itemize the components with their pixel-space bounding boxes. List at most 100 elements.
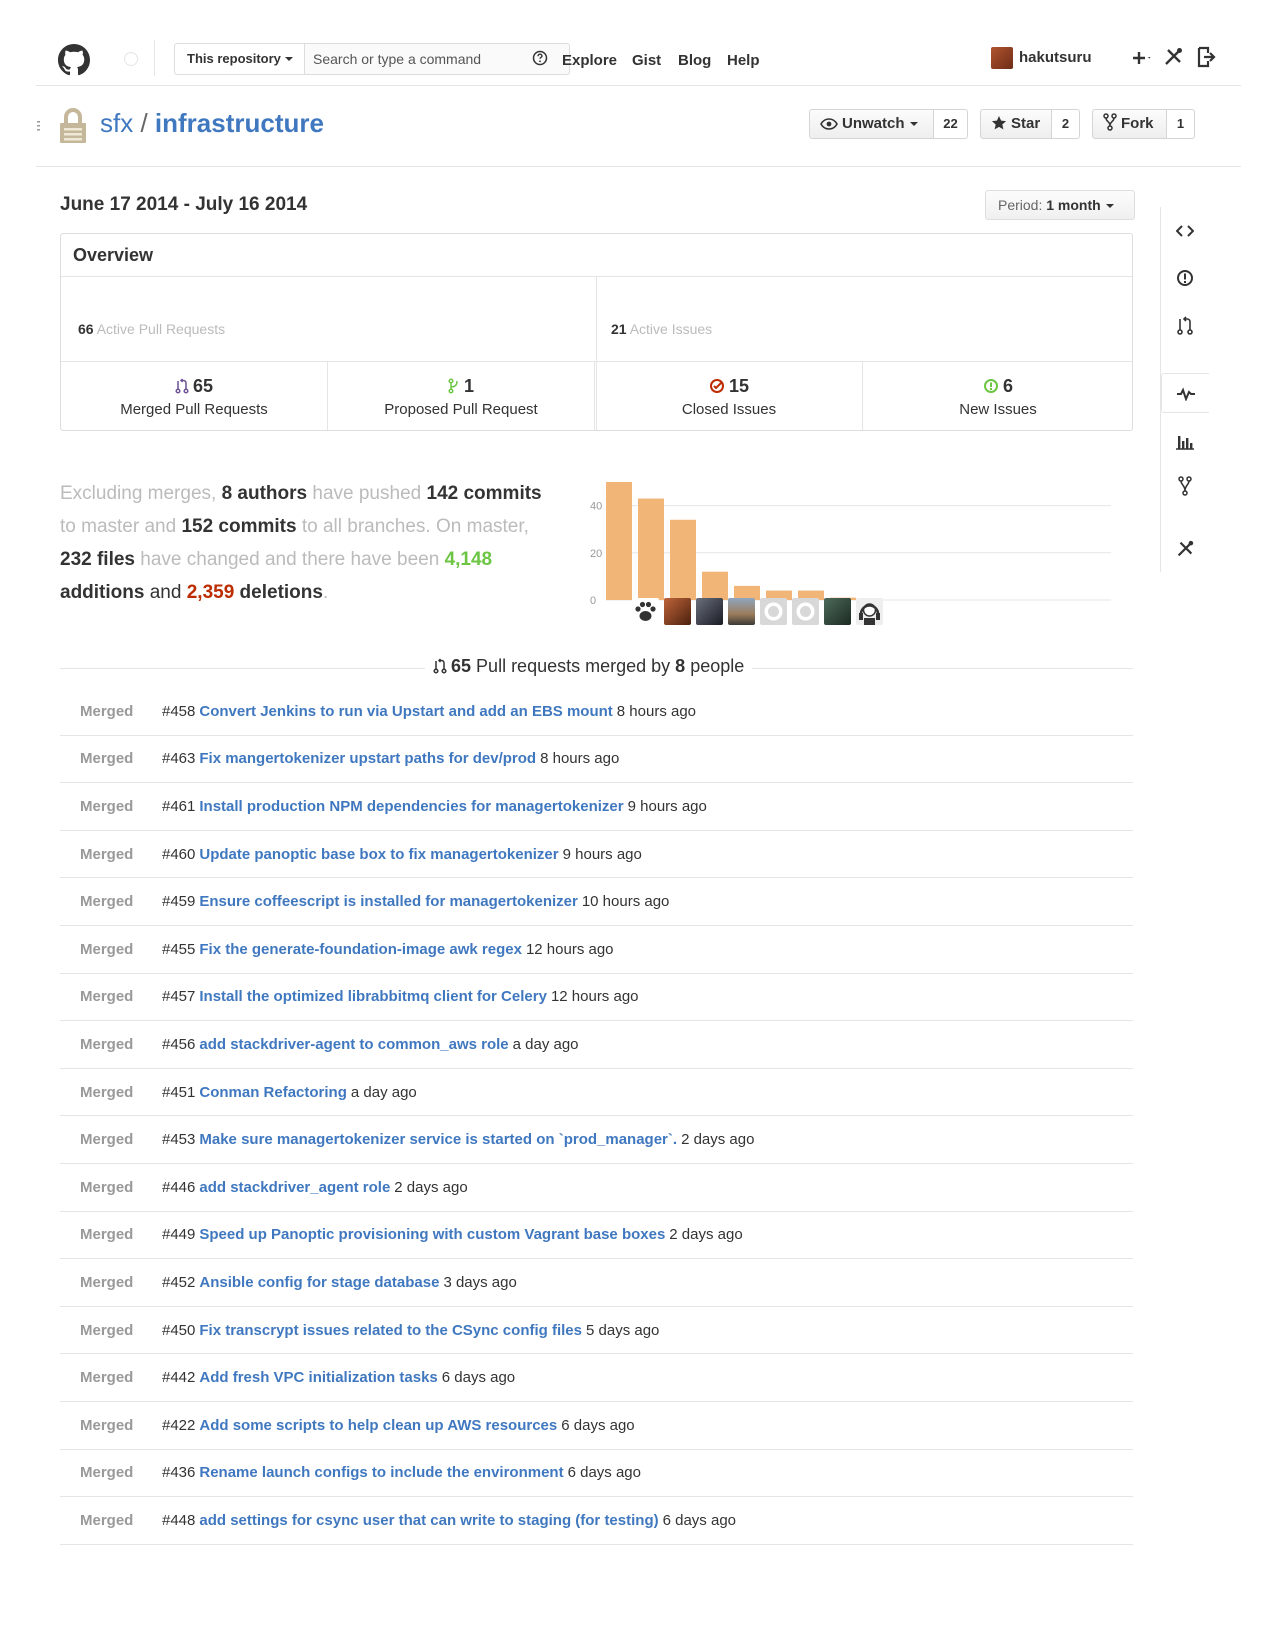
pr-state-label: Merged — [80, 1369, 134, 1387]
pr-title-link[interactable]: Install production NPM dependencies for … — [199, 798, 623, 815]
author-avatar[interactable] — [792, 598, 819, 625]
pr-title-link[interactable]: Update panoptic base box to fix managert… — [199, 846, 558, 863]
chart-bar[interactable] — [606, 482, 632, 600]
pr-state-label: Merged — [80, 750, 134, 768]
pr-state-label: Merged — [80, 1464, 134, 1482]
username-link[interactable]: hakutsuru — [1019, 49, 1092, 66]
author-avatar[interactable] — [664, 598, 691, 625]
pr-number: #457 — [162, 988, 196, 1006]
pr-title-link[interactable]: add stackdriver_agent role — [199, 1179, 390, 1196]
additions-word: additions — [60, 582, 145, 603]
pull-requests-icon — [1177, 316, 1193, 335]
pr-title-link[interactable]: Add some scripts to help clean up AWS re… — [199, 1417, 557, 1434]
pr-title-link[interactable]: Fix the generate-foundation-image awk re… — [199, 941, 522, 958]
merge-icon — [175, 378, 189, 394]
pr-title-link[interactable]: add settings for csync user that can wri… — [199, 1512, 658, 1529]
pr-title-link[interactable]: Fix transcrypt issues related to the CSy… — [199, 1322, 582, 1339]
nav-blog[interactable]: Blog — [678, 52, 711, 69]
pr-number: #449 — [162, 1226, 196, 1244]
active-pull-requests-link[interactable]: 66 Active Pull Requests — [78, 321, 225, 337]
chart-bar[interactable] — [702, 571, 728, 600]
pr-title-link[interactable]: Conman Refactoring — [199, 1084, 347, 1101]
period-dropdown[interactable]: Period: 1 month — [985, 190, 1135, 220]
pr-number: #459 — [162, 893, 196, 911]
pr-row: Merged #459 Ensure coffeescript is install… — [60, 878, 1133, 926]
network-icon — [1178, 476, 1192, 496]
sign-out-icon[interactable] — [1196, 46, 1218, 68]
summary-text: . — [322, 582, 329, 603]
nav-help[interactable]: Help — [727, 52, 760, 69]
stat-merged-prs[interactable]: 65 Merged Pull Requests — [61, 362, 328, 430]
stat-closed-issues[interactable]: 15 Closed Issues — [596, 362, 863, 430]
search-scope-dropdown[interactable]: This repository — [175, 44, 305, 74]
github-logo-icon[interactable] — [58, 44, 90, 76]
watchers-count[interactable]: 22 — [934, 109, 968, 139]
pr-title-link[interactable]: Fix mangertokenizer upstart paths for de… — [199, 750, 536, 767]
fork-button[interactable]: Fork — [1092, 109, 1167, 139]
pr-title-link[interactable]: Install the optimized librabbitmq client… — [199, 988, 547, 1005]
pr-title-link[interactable]: Ensure coffeescript is installed for man… — [199, 893, 577, 910]
sidenav-code[interactable] — [1161, 211, 1209, 251]
author-avatar[interactable] — [632, 598, 659, 625]
pr-number: #458 — [162, 702, 196, 720]
pr-row: Merged #448 add settings for csync user th… — [60, 1497, 1133, 1545]
tools-icon[interactable] — [1162, 46, 1184, 68]
pr-state-label: Merged — [80, 1273, 134, 1291]
commit-summary: Excluding merges, 8 authors have pushed … — [60, 477, 560, 609]
search-input[interactable] — [313, 45, 533, 73]
pr-title-link[interactable]: add stackdriver-agent to common_aws role — [199, 1036, 508, 1053]
question-icon[interactable] — [532, 50, 548, 66]
chevron-down-icon — [1105, 204, 1114, 208]
pr-title-link[interactable]: Add fresh VPC initialization tasks — [199, 1369, 437, 1386]
repo-title-separator: / — [133, 108, 155, 138]
stargazers-count[interactable]: 2 — [1052, 109, 1080, 139]
stat-label: Merged Pull Requests — [120, 401, 268, 418]
repo-name-link[interactable]: infrastructure — [155, 108, 324, 138]
site-header: This repository Explore Gist Blog Help h… — [36, 30, 1241, 86]
plus-icon[interactable] — [1130, 46, 1154, 70]
overview-panel: Overview 66 Active Pull Requests 21 Acti… — [60, 233, 1133, 431]
chart-y-tick-label: 20 — [590, 548, 602, 560]
author-avatar[interactable] — [760, 598, 787, 625]
pr-time: 2 days ago — [681, 1131, 755, 1149]
pr-title-link[interactable]: Speed up Panoptic provisioning with cust… — [199, 1226, 665, 1243]
pr-title-link[interactable]: Ansible config for stage database — [199, 1274, 439, 1291]
unwatch-button[interactable]: Unwatch — [809, 109, 934, 139]
pr-row: Merged #450 Fix transcrypt issues related … — [60, 1307, 1133, 1355]
summary-text: to all branches. On master, — [301, 516, 529, 537]
sidenav-pull-requests[interactable] — [1161, 306, 1209, 346]
nav-gist[interactable]: Gist — [632, 52, 661, 69]
stat-proposed-prs[interactable]: 1 Proposed Pull Request — [328, 362, 595, 430]
author-avatar[interactable] — [696, 598, 723, 625]
pr-row: Merged #461 Install production NPM depende… — [60, 783, 1133, 831]
forks-count[interactable]: 1 — [1167, 109, 1195, 139]
pr-title-link[interactable]: Convert Jenkins to run via Upstart and a… — [199, 703, 612, 720]
pr-time: 2 days ago — [394, 1178, 468, 1196]
pr-time: 2 days ago — [669, 1226, 743, 1244]
sidenav-graphs[interactable] — [1161, 421, 1209, 461]
sidenav-network[interactable] — [1161, 466, 1209, 506]
author-avatar[interactable] — [856, 598, 883, 625]
active-issues-label: Active Issues — [629, 321, 713, 337]
stat-new-issues[interactable]: 6 New Issues — [864, 362, 1132, 430]
loading-spinner-icon — [124, 52, 138, 66]
pr-time: 6 days ago — [441, 1369, 516, 1387]
sidenav-settings[interactable] — [1161, 529, 1209, 569]
author-avatar[interactable] — [824, 598, 851, 625]
pr-title-link[interactable]: Rename launch configs to include the env… — [199, 1464, 563, 1481]
user-avatar[interactable] — [991, 47, 1013, 69]
star-button[interactable]: Star — [980, 109, 1052, 139]
author-avatar[interactable] — [728, 598, 755, 625]
chart-bar[interactable] — [638, 498, 664, 600]
pr-title-link[interactable]: Make sure managertokenizer service is st… — [199, 1131, 677, 1148]
deletions-count: 2,359 — [186, 582, 235, 603]
nav-explore[interactable]: Explore — [562, 52, 617, 69]
pr-state-label: Merged — [80, 1321, 134, 1339]
repo-owner-link[interactable]: sfx — [100, 108, 133, 138]
sidenav-issues[interactable] — [1161, 258, 1209, 298]
chart-bar[interactable] — [670, 519, 696, 600]
pr-time: 3 days ago — [443, 1273, 517, 1291]
pr-row: Merged #452 Ansible config for stage datab… — [60, 1259, 1133, 1307]
sidenav-pulse[interactable] — [1161, 373, 1209, 413]
active-issues-link[interactable]: 21 Active Issues — [611, 321, 712, 337]
